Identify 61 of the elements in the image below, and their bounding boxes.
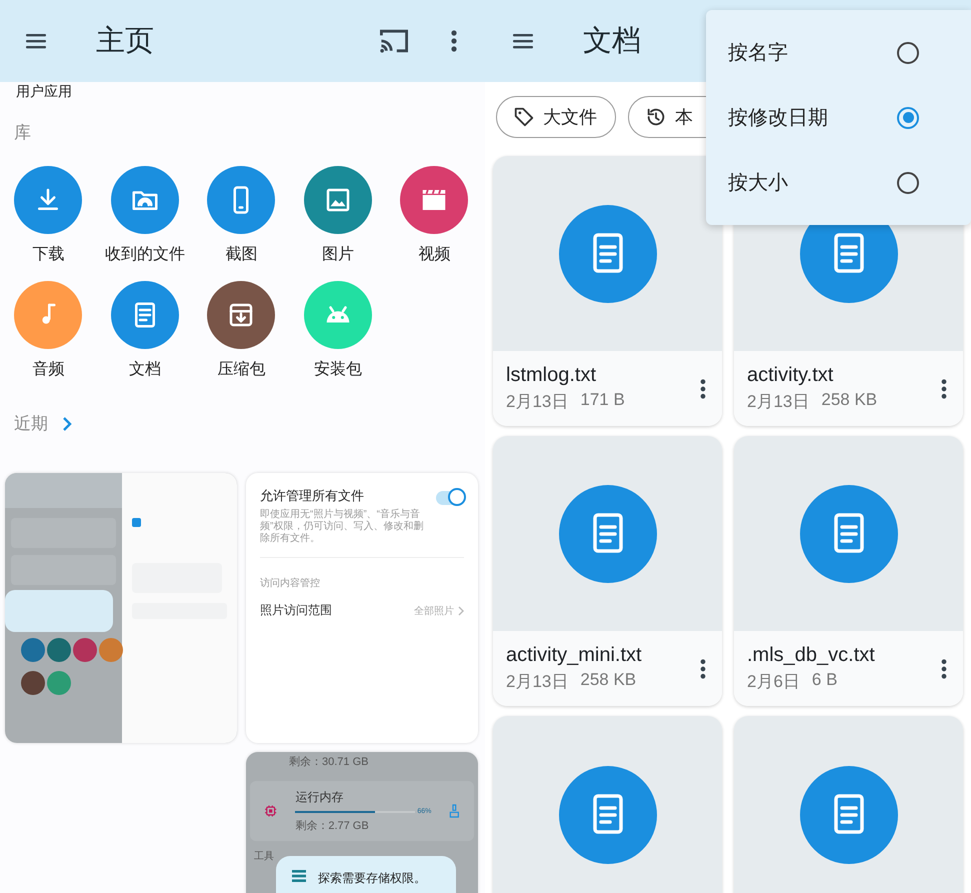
document-icon bbox=[558, 204, 656, 302]
category-label: 音频 bbox=[32, 360, 64, 380]
document-icon bbox=[558, 484, 656, 582]
setting-description: 即使应用无“照片与视频”、“音乐与音频”权限，仍可访问、写入、修改和删除所有文件。 bbox=[260, 509, 424, 545]
category-label: 文档 bbox=[128, 360, 161, 380]
category-label: 收到的文件 bbox=[104, 244, 185, 265]
file-name: .mls_db_vc.txt bbox=[747, 644, 876, 667]
file-name: lstmlog.txt bbox=[506, 364, 598, 387]
list-icon bbox=[292, 870, 306, 882]
section-heading: 近期 bbox=[14, 413, 48, 435]
setting-value: 全部照片 bbox=[414, 604, 454, 618]
cast-icon[interactable] bbox=[377, 27, 411, 55]
chevron-right-icon bbox=[458, 606, 464, 616]
category-label: 安装包 bbox=[314, 360, 362, 380]
category-label: 下载 bbox=[32, 244, 64, 265]
file-date: 2月13日 bbox=[747, 391, 810, 413]
file-size: 6 B bbox=[812, 670, 838, 691]
file-date: 2月6日 bbox=[747, 671, 800, 693]
radio-button[interactable] bbox=[897, 42, 919, 64]
storage-remaining: 剩余：30.71 GB bbox=[288, 755, 370, 769]
storage-remaining: 剩余：2.77 GB bbox=[295, 819, 370, 833]
category-label: 视频 bbox=[418, 244, 450, 265]
section-heading: 工具 bbox=[253, 850, 275, 863]
file-date: 2月13日 bbox=[506, 671, 568, 693]
file-date: 2月13日 bbox=[506, 391, 568, 413]
radio-button[interactable] bbox=[897, 106, 919, 128]
section-heading: 访问内容管控 bbox=[260, 576, 321, 590]
file-name: activity.txt bbox=[747, 364, 834, 387]
dialog-message: 探索需要存储权限。 bbox=[318, 870, 426, 887]
file-card[interactable]: lstmlog.txt 2月13日 171 B bbox=[493, 156, 722, 426]
tag-icon bbox=[513, 106, 535, 128]
category-label: 压缩包 bbox=[217, 360, 266, 380]
document-icon bbox=[800, 766, 898, 864]
file-card[interactable]: activity_mini.txt 2月13日 258 KB bbox=[493, 436, 722, 706]
section-heading: 用户应用 bbox=[15, 83, 73, 99]
toggle-switch[interactable] bbox=[436, 491, 464, 505]
file-size: 258 KB bbox=[580, 670, 636, 691]
document-icon bbox=[800, 484, 898, 582]
more-options-icon[interactable] bbox=[700, 378, 706, 398]
more-options-icon[interactable] bbox=[941, 658, 947, 678]
chevron-right-icon[interactable] bbox=[62, 416, 72, 432]
file-card[interactable]: .mls_db_vc.txt 2月6日 6 B bbox=[734, 436, 963, 706]
category-label: 图片 bbox=[322, 244, 354, 265]
menu-item[interactable]: 按名字 bbox=[706, 20, 971, 85]
category-label: 截图 bbox=[225, 244, 258, 265]
more-options-icon[interactable] bbox=[451, 30, 457, 52]
screen-title: 主页 bbox=[96, 24, 154, 59]
screen-title: 文档 bbox=[583, 24, 641, 59]
section-heading: 库 bbox=[13, 122, 32, 144]
setting-label: 照片访问范围 bbox=[260, 602, 333, 619]
more-options-icon[interactable] bbox=[941, 378, 947, 398]
more-options-icon[interactable] bbox=[700, 658, 706, 678]
file-name: activity_mini.txt bbox=[506, 644, 643, 667]
filter-chip[interactable]: 大文件 bbox=[496, 96, 616, 138]
file-size: 258 KB bbox=[821, 390, 878, 411]
document-icon bbox=[558, 766, 656, 864]
memory-label: 运行内存 bbox=[295, 789, 344, 806]
radio-button[interactable] bbox=[897, 172, 919, 194]
history-icon bbox=[645, 106, 667, 128]
file-size: 171 B bbox=[580, 390, 625, 411]
setting-title: 允许管理所有文件 bbox=[260, 487, 365, 505]
